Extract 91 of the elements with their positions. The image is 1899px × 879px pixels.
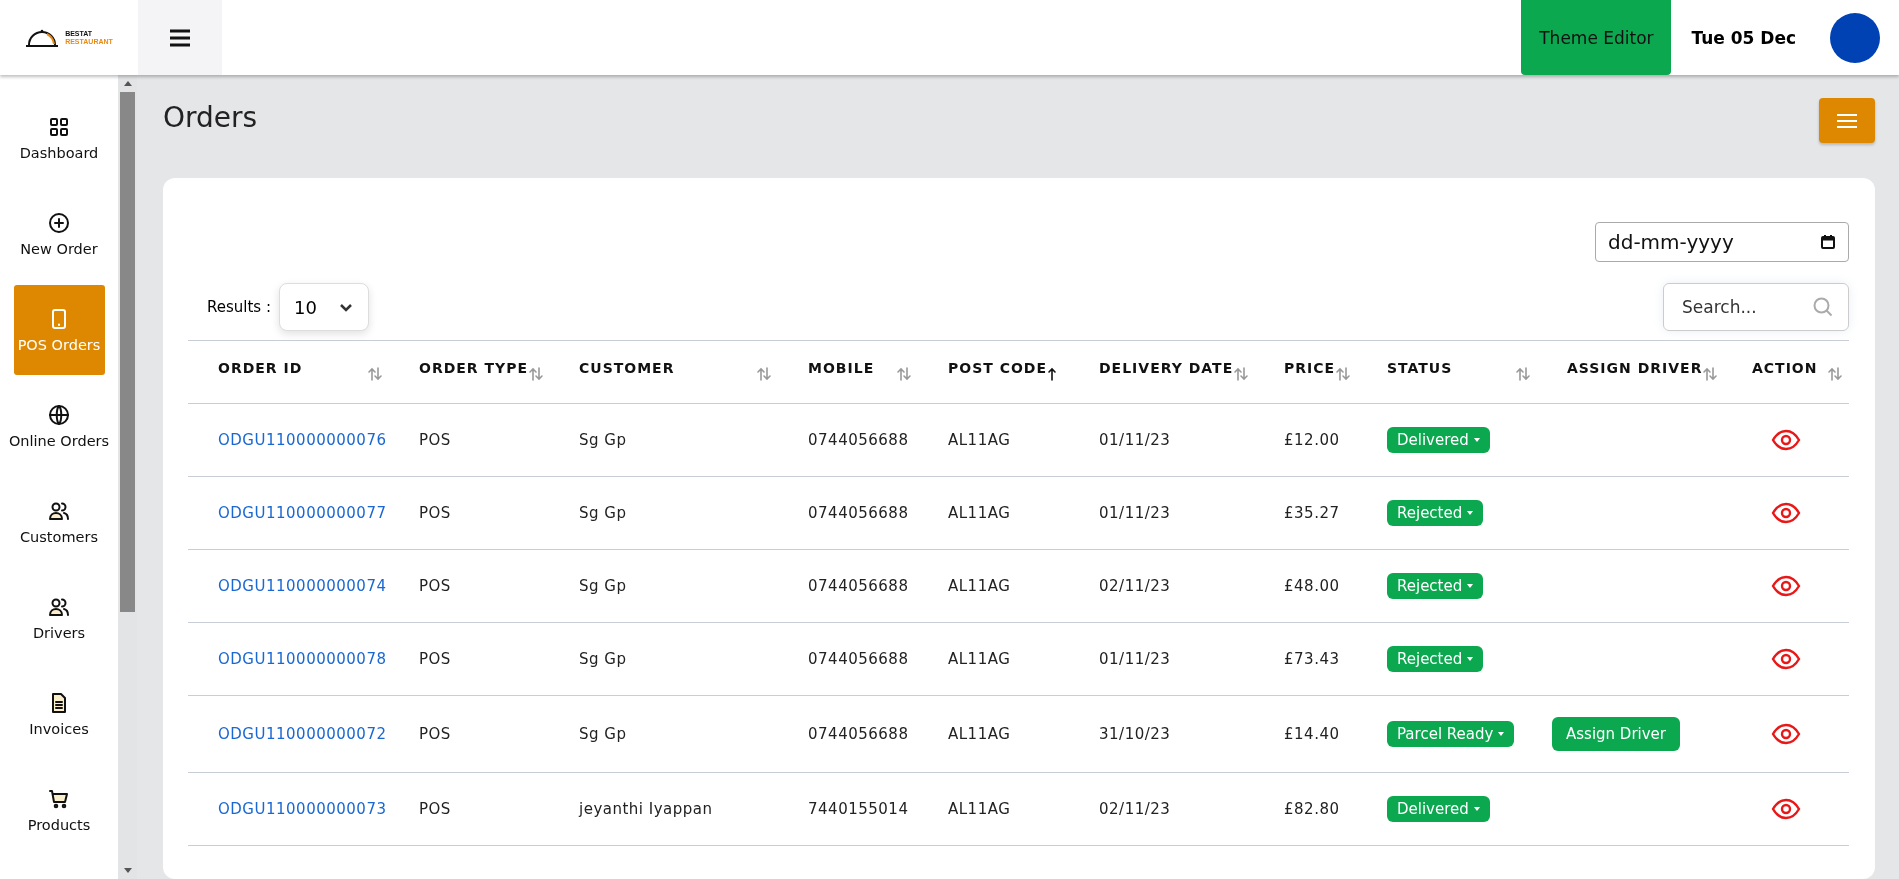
table-cell: Sg Gp bbox=[579, 504, 627, 522]
table-cell: 0744056688 bbox=[808, 577, 909, 595]
caret-icon bbox=[1467, 511, 1474, 515]
table-cell: 01/11/23 bbox=[1099, 650, 1171, 668]
eye-icon[interactable] bbox=[1770, 501, 1801, 525]
date-text: Tue 05 Dec bbox=[1691, 27, 1796, 48]
menu-button[interactable] bbox=[1819, 98, 1875, 143]
eye-icon[interactable] bbox=[1770, 722, 1801, 746]
table-cell: 0744056688 bbox=[808, 504, 909, 522]
column-header[interactable]: ACTION bbox=[1752, 360, 1818, 376]
table-cell: £73.43 bbox=[1284, 650, 1340, 668]
sidebar-item[interactable]: New Order bbox=[13, 189, 105, 279]
table-cell: AL11AG bbox=[948, 504, 1011, 522]
page-title: Orders bbox=[163, 101, 258, 134]
caret-icon bbox=[1467, 657, 1474, 661]
sidebar-item[interactable]: Dashboard bbox=[13, 93, 105, 183]
plus-icon bbox=[47, 211, 71, 235]
date-field[interactable]: dd-mm-yyyy bbox=[1595, 222, 1849, 262]
column-header[interactable]: ORDER ID bbox=[218, 360, 303, 376]
results-label: Results : bbox=[207, 298, 271, 316]
table-cell: 01/11/23 bbox=[1099, 431, 1171, 449]
table-cell: AL11AG bbox=[948, 725, 1011, 743]
table-cell: £14.40 bbox=[1284, 725, 1340, 743]
theme-editor-button[interactable]: Theme Editor bbox=[1521, 0, 1672, 75]
order-id-link[interactable]: ODGU110000000076 bbox=[218, 431, 387, 449]
order-id-link[interactable]: ODGU110000000072 bbox=[218, 725, 387, 743]
sidebar-item[interactable]: Products bbox=[13, 765, 105, 855]
table-cell: £12.00 bbox=[1284, 431, 1340, 449]
calendar-icon bbox=[1820, 234, 1836, 250]
order-id-link[interactable]: ODGU110000000073 bbox=[218, 800, 387, 818]
column-header[interactable]: POST CODE bbox=[948, 360, 1048, 376]
table-cell: POS bbox=[419, 431, 451, 449]
table-cell: 31/10/23 bbox=[1099, 725, 1171, 743]
eye-icon[interactable] bbox=[1770, 428, 1801, 452]
sidebar-item[interactable]: Drivers bbox=[13, 573, 105, 663]
caret-icon bbox=[1498, 732, 1505, 736]
table-cell: 0744056688 bbox=[808, 650, 909, 668]
sidebar-item[interactable]: Customers bbox=[13, 477, 105, 567]
table-cell: POS bbox=[419, 725, 451, 743]
order-id-link[interactable]: ODGU110000000078 bbox=[218, 650, 387, 668]
table-cell: POS bbox=[419, 577, 451, 595]
table-cell: 01/11/23 bbox=[1099, 504, 1171, 522]
menu-icon bbox=[169, 28, 191, 47]
table-cell: AL11AG bbox=[948, 431, 1011, 449]
scroll-down-icon[interactable] bbox=[123, 868, 132, 873]
menu-icon bbox=[1836, 112, 1858, 129]
table-cell: 0744056688 bbox=[808, 725, 909, 743]
eye-icon[interactable] bbox=[1770, 797, 1801, 821]
column-header[interactable]: ASSIGN DRIVER bbox=[1567, 360, 1703, 376]
table-cell: POS bbox=[419, 800, 451, 818]
scrollbar-thumb[interactable] bbox=[120, 92, 135, 612]
caret-icon bbox=[1473, 807, 1480, 811]
table-cell: AL11AG bbox=[948, 577, 1011, 595]
table-cell: Sg Gp bbox=[579, 431, 627, 449]
table-cell: jeyanthi Iyappan bbox=[579, 800, 713, 818]
table-cell: 02/11/23 bbox=[1099, 577, 1171, 595]
table-cell: AL11AG bbox=[948, 650, 1011, 668]
caret-icon bbox=[1473, 438, 1480, 442]
eye-icon[interactable] bbox=[1770, 647, 1801, 671]
table-cell: 0744056688 bbox=[808, 431, 909, 449]
sidebar-item[interactable]: Invoices bbox=[13, 669, 105, 759]
column-header[interactable]: ORDER TYPE bbox=[419, 360, 529, 376]
eye-icon[interactable] bbox=[1770, 574, 1801, 598]
table-cell: £35.27 bbox=[1284, 504, 1340, 522]
table-cell: Sg Gp bbox=[579, 725, 627, 743]
column-header[interactable]: PRICE bbox=[1284, 360, 1336, 376]
table-cell: Sg Gp bbox=[579, 650, 627, 668]
table-cell: £82.80 bbox=[1284, 800, 1340, 818]
table-cell: 02/11/23 bbox=[1099, 800, 1171, 818]
table-cell: POS bbox=[419, 650, 451, 668]
scroll-up-icon[interactable] bbox=[123, 81, 132, 86]
table-cell: Sg Gp bbox=[579, 577, 627, 595]
avatar[interactable] bbox=[1830, 12, 1880, 63]
search-field[interactable]: Search... bbox=[1663, 283, 1849, 331]
table-cell: 7440155014 bbox=[808, 800, 909, 818]
column-header[interactable]: CUSTOMER bbox=[579, 360, 675, 376]
menu-button[interactable] bbox=[138, 0, 222, 75]
results-select[interactable]: 10 bbox=[279, 283, 369, 331]
globe-icon bbox=[47, 403, 71, 427]
table-cell: £48.00 bbox=[1284, 577, 1340, 595]
order-id-link[interactable]: ODGU110000000074 bbox=[218, 577, 387, 595]
order-id-link[interactable]: ODGU110000000077 bbox=[218, 504, 387, 522]
column-header[interactable]: STATUS bbox=[1387, 360, 1453, 376]
table-cell: POS bbox=[419, 504, 451, 522]
column-header[interactable]: DELIVERY DATE bbox=[1099, 360, 1234, 376]
cart-icon bbox=[47, 787, 71, 811]
column-header[interactable]: MOBILE bbox=[808, 360, 875, 376]
caret-icon bbox=[1467, 584, 1474, 588]
grid-icon bbox=[47, 115, 71, 139]
table-cell: AL11AG bbox=[948, 800, 1011, 818]
search-icon bbox=[1812, 296, 1834, 318]
